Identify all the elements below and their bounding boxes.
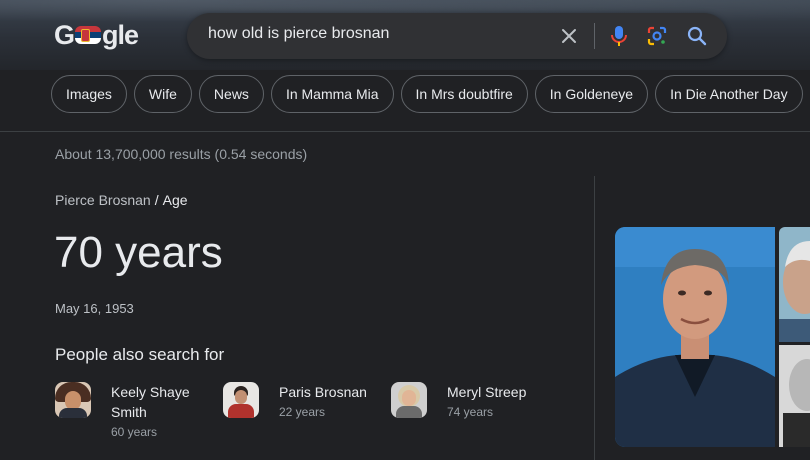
google-doodle-logo[interactable]: G gle: [54, 19, 139, 50]
logo-letter-g: G: [54, 19, 75, 50]
clear-icon[interactable]: [559, 26, 579, 46]
answer-birth-date: May 16, 1953: [55, 301, 134, 316]
chip-mamma-mia[interactable]: In Mamma Mia: [270, 75, 394, 113]
search-divider: [594, 23, 595, 49]
microphone-icon[interactable]: [608, 24, 630, 48]
breadcrumb-current: Age: [162, 192, 188, 208]
person-name: Keely Shaye Smith: [111, 384, 190, 420]
panel-divider: [594, 176, 595, 460]
google-lens-icon[interactable]: [646, 25, 668, 47]
avatar: [391, 382, 427, 418]
header-divider: [0, 131, 810, 132]
avatar: [55, 382, 91, 418]
person-age: 60 years: [111, 425, 158, 439]
answer-age: 70 years: [54, 228, 223, 277]
related-person-keely[interactable]: Keely Shaye Smith 60 years: [55, 382, 190, 442]
secondary-photo[interactable]: [779, 345, 810, 447]
result-stats: About 13,700,000 results (0.54 seconds): [55, 146, 308, 162]
secondary-photo[interactable]: [779, 227, 810, 342]
search-box[interactable]: how old is pierce brosnan: [187, 13, 727, 59]
chip-die-another-day[interactable]: In Die Another Day: [655, 75, 803, 113]
chip-news[interactable]: News: [198, 75, 264, 113]
filter-chips: Images Wife News In Mamma Mia In Mrs dou…: [51, 75, 810, 113]
breadcrumb: Pierce Brosnan / Age: [55, 192, 188, 208]
person-age: 22 years: [279, 405, 326, 419]
chip-mrs-doubtfire[interactable]: In Mrs doubtfire: [400, 75, 528, 113]
related-person-meryl[interactable]: Meryl Streep 74 years: [391, 382, 526, 422]
person-name: Paris Brosnan: [279, 384, 367, 400]
breadcrumb-separator: /: [154, 192, 159, 208]
pierce-brosnan-photo[interactable]: [615, 227, 775, 447]
chip-goldeneye[interactable]: In Goldeneye: [534, 75, 649, 113]
serbia-flag-icon: [75, 26, 102, 44]
search-input[interactable]: how old is pierce brosnan: [208, 25, 389, 43]
avatar: [223, 382, 259, 418]
search-icon[interactable]: [686, 25, 708, 47]
logo-rest: gle: [102, 19, 139, 50]
chip-wife[interactable]: Wife: [133, 75, 192, 113]
person-name: Meryl Streep: [447, 384, 527, 400]
chip-images[interactable]: Images: [51, 75, 127, 113]
related-person-paris[interactable]: Paris Brosnan 22 years: [223, 382, 367, 422]
people-also-search-title: People also search for: [55, 345, 225, 364]
breadcrumb-parent[interactable]: Pierce Brosnan: [55, 192, 151, 208]
person-age: 74 years: [447, 405, 494, 419]
